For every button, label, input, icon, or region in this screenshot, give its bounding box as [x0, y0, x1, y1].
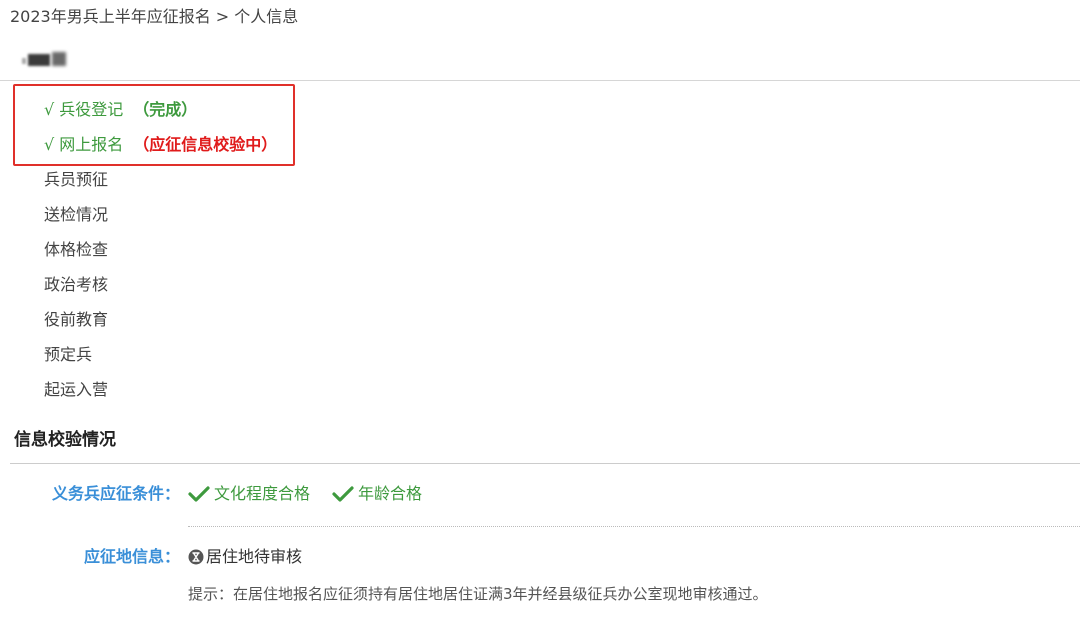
step-label: √ 网上报名 [44, 135, 124, 154]
progress-steps: √ 兵役登记 （完成） √ 网上报名 （应征信息校验中） 兵员预征 送检情况 体格检… [44, 92, 277, 407]
condition-text: 年龄合格 [358, 484, 423, 503]
step-pre-enlistment: 兵员预征 [44, 162, 277, 197]
step-label: 兵员预征 [44, 170, 109, 189]
check-icon [332, 486, 354, 502]
step-label: 政治考核 [44, 275, 109, 294]
place-status: 居住地待审核 [206, 547, 303, 566]
dotted-divider [188, 526, 1080, 527]
avatar [22, 48, 74, 70]
step-label: 役前教育 [44, 310, 109, 329]
section-divider [10, 463, 1080, 464]
place-label: 应征地信息： [83, 547, 180, 566]
condition-text: 文化程度合格 [214, 484, 311, 503]
step-enlistment-registration: √ 兵役登记 （完成） [44, 92, 277, 127]
condition-education: 文化程度合格 [188, 483, 310, 505]
step-label: 体格检查 [44, 240, 109, 259]
step-inspection-dispatch: 送检情况 [44, 197, 277, 232]
step-label: 起运入营 [44, 380, 109, 399]
step-label: √ 兵役登记 [44, 100, 124, 119]
step-status: （应征信息校验中） [133, 135, 278, 154]
step-designated-soldier: 预定兵 [44, 337, 277, 372]
check-icon [188, 486, 210, 502]
step-pre-service-education: 役前教育 [44, 302, 277, 337]
breadcrumb: 2023年男兵上半年应征报名 > 个人信息 [10, 7, 299, 26]
step-label: 预定兵 [44, 345, 93, 364]
header-divider [0, 80, 1080, 81]
step-online-registration: √ 网上报名 （应征信息校验中） [44, 127, 277, 162]
condition-age: 年龄合格 [332, 483, 422, 505]
conditions-label: 义务兵应征条件： [51, 484, 180, 503]
step-camp-entry: 起运入营 [44, 372, 277, 407]
step-physical-exam: 体格检查 [44, 232, 277, 267]
step-label: 送检情况 [44, 205, 109, 224]
place-info: 居住地待审核 [188, 546, 302, 568]
section-title: 信息校验情况 [14, 430, 116, 450]
tip-text: 提示：在居住地报名应征须持有居住地居住证满3年并经县级征兵办公室现地审核通过。 [188, 585, 768, 603]
step-status: （完成） [133, 100, 198, 119]
hourglass-icon [188, 549, 204, 565]
conditions-list: 文化程度合格 年龄合格 [188, 483, 422, 505]
step-political-review: 政治考核 [44, 267, 277, 302]
